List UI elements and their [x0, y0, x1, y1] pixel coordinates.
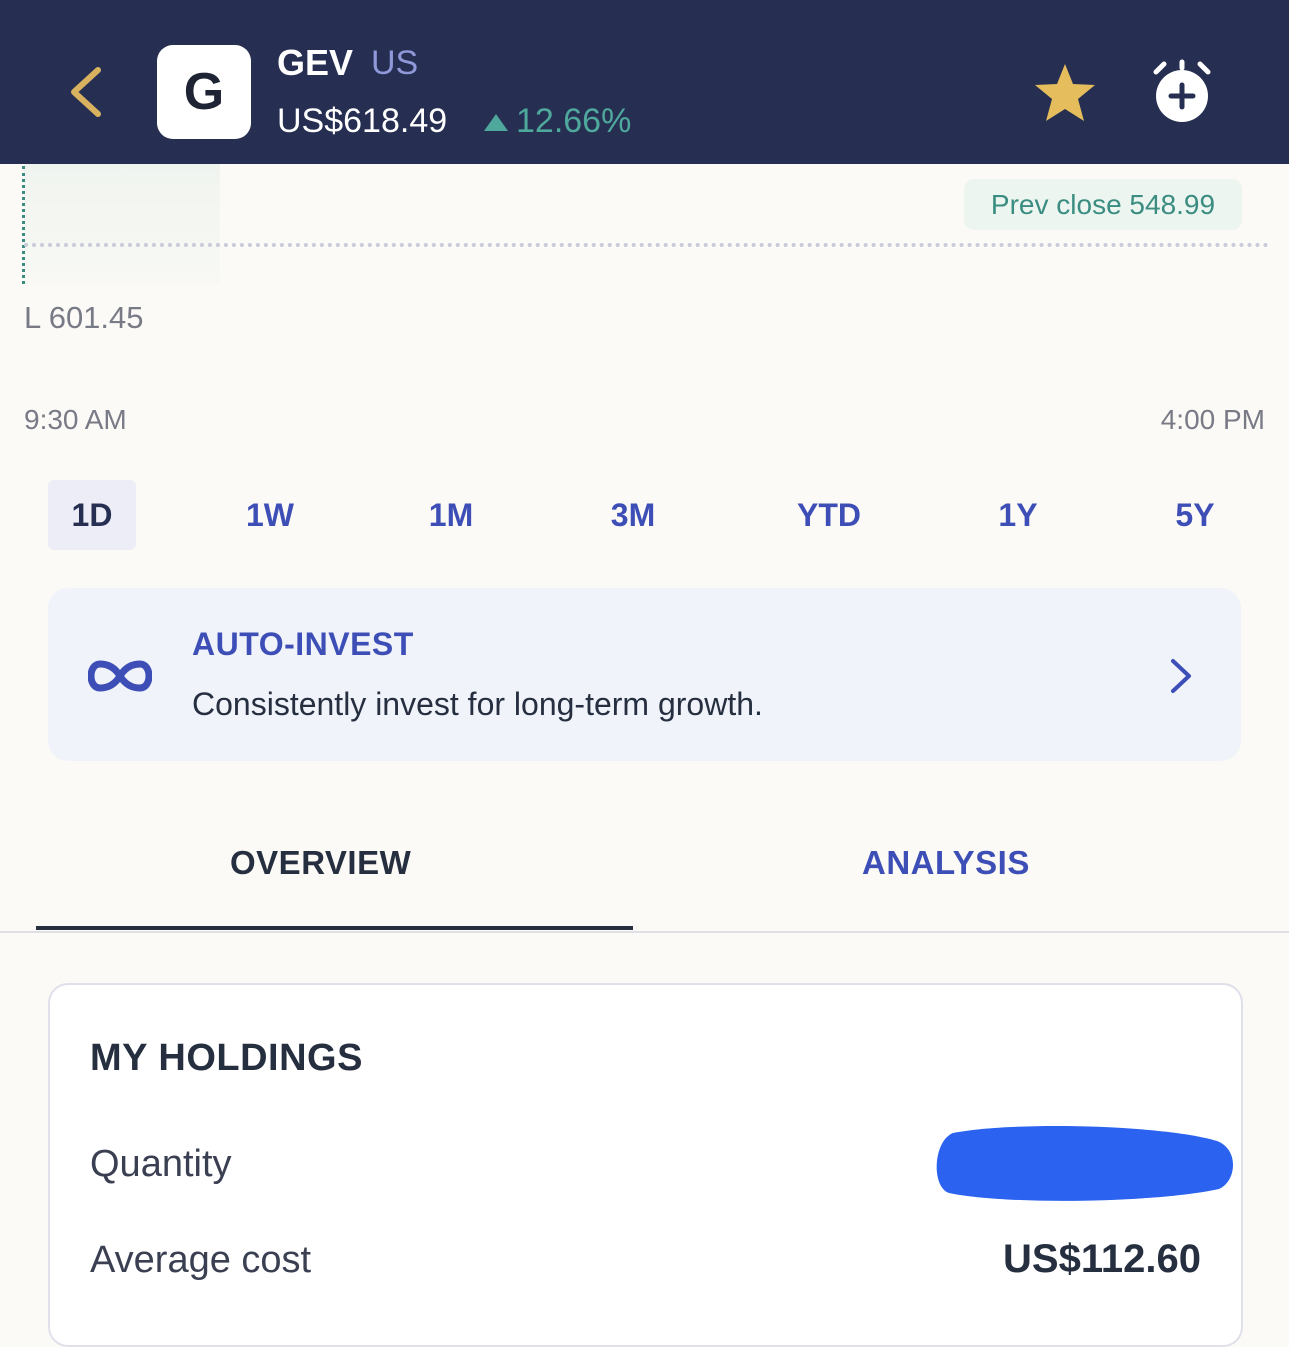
star-icon [1035, 64, 1095, 121]
auto-invest-title: AUTO-INVEST [192, 626, 414, 662]
chart-area[interactable] [24, 164, 220, 284]
infinity-icon [88, 660, 152, 692]
back-chevron-icon [71, 67, 101, 117]
header-bar: G GEV US US$618.49 12.66% [0, 0, 1289, 164]
average-cost-label: Average cost [90, 1239, 312, 1281]
price-change: 12.66% [484, 102, 631, 141]
ticker-symbol: GEV [277, 42, 354, 83]
range-tab-1y[interactable]: 1Y [974, 480, 1062, 550]
range-tab-ytd[interactable]: YTD [779, 480, 879, 550]
prev-close-badge: Prev close 548.99 [964, 179, 1242, 230]
favorite-button[interactable] [1032, 62, 1098, 124]
range-tab-3m[interactable]: 3M [589, 480, 677, 550]
up-triangle-icon [484, 114, 508, 131]
change-percent: 12.66% [516, 102, 632, 140]
current-price: US$618.49 [277, 102, 448, 140]
range-tab-1m[interactable]: 1M [407, 480, 495, 550]
auto-invest-card[interactable]: AUTO-INVEST Consistently invest for long… [48, 588, 1241, 761]
holdings-title: MY HOLDINGS [90, 1037, 363, 1079]
range-tab-1w[interactable]: 1W [226, 480, 314, 550]
tab-divider [0, 931, 1289, 933]
range-tab-1d[interactable]: 1D [48, 480, 136, 550]
range-tab-5y[interactable]: 5Y [1151, 480, 1239, 550]
chart-crosshair-line [22, 166, 25, 284]
logo-letter: G [183, 63, 225, 121]
low-price-label: L 601.45 [24, 300, 144, 335]
quantity-redaction-mark [936, 1126, 1233, 1201]
tab-analysis[interactable]: ANALYSIS [862, 844, 1030, 882]
chevron-right-icon [1171, 659, 1191, 693]
exchange-label: US [371, 44, 419, 82]
average-cost-value: US$112.60 [1003, 1237, 1201, 1281]
time-end-label: 4:00 PM [1160, 404, 1265, 435]
company-logo: G [157, 45, 251, 139]
prev-close-line [24, 243, 1269, 247]
tab-overview[interactable]: OVERVIEW [230, 844, 411, 882]
price-alert-button[interactable] [1150, 58, 1214, 124]
holdings-card: MY HOLDINGS Quantity Average cost US$112… [48, 983, 1243, 1347]
time-start-label: 9:30 AM [24, 404, 127, 435]
active-tab-indicator [36, 926, 633, 930]
quantity-label: Quantity [90, 1143, 232, 1185]
back-button[interactable] [62, 62, 112, 122]
auto-invest-subtitle: Consistently invest for long-term growth… [192, 686, 763, 722]
alarm-add-icon [1153, 59, 1211, 122]
